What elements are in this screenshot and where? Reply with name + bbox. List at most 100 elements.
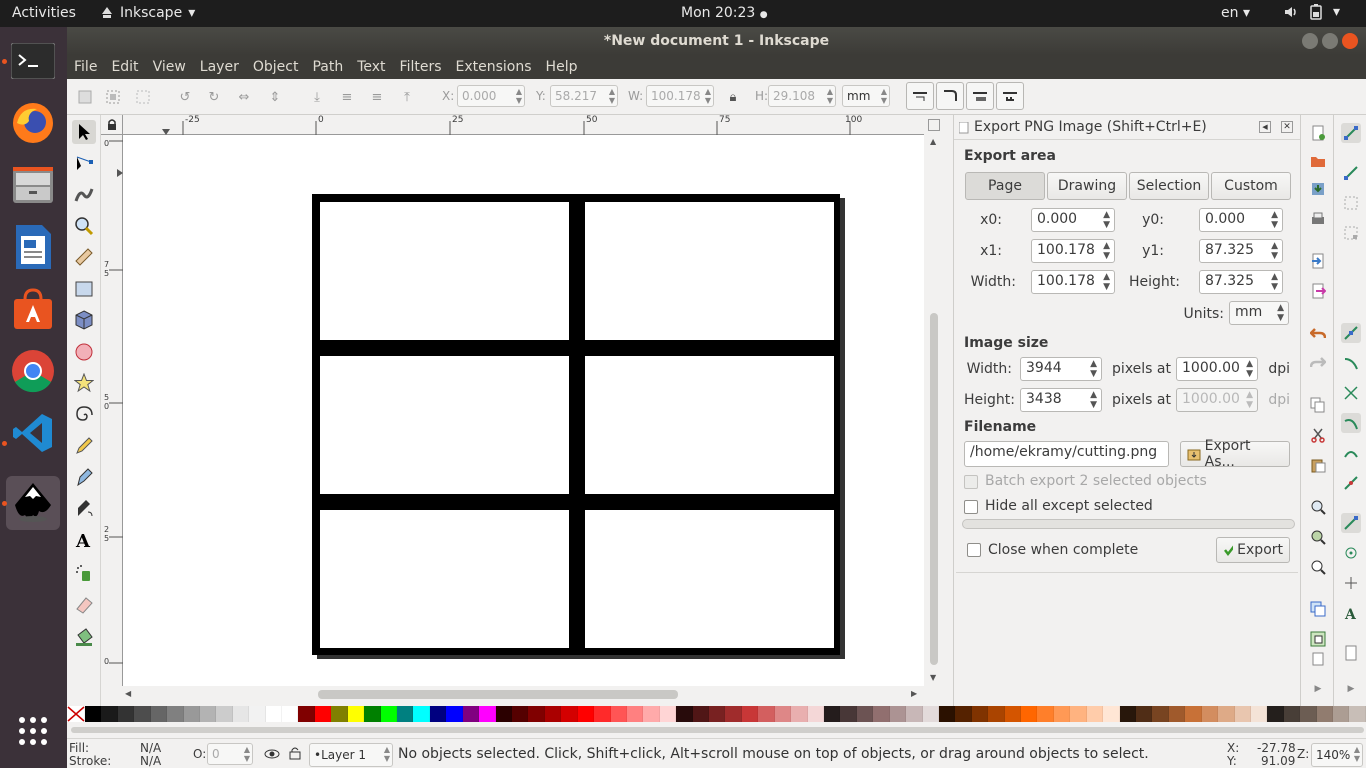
zoom-corner-button[interactable] — [928, 119, 940, 131]
color-swatch[interactable] — [380, 706, 398, 722]
zoom-input[interactable]: 140% ▲ ▼ — [1311, 743, 1363, 767]
color-swatch[interactable] — [1283, 706, 1301, 722]
raise-to-top-icon[interactable]: ⤒ — [397, 87, 417, 107]
close-when-complete-checkbox[interactable] — [967, 543, 981, 557]
color-swatch[interactable] — [692, 706, 710, 722]
color-swatch[interactable] — [1333, 706, 1350, 722]
color-swatch[interactable] — [364, 706, 381, 722]
color-swatch[interactable] — [150, 706, 168, 722]
menu-help[interactable]: Help — [539, 59, 585, 75]
minimize-button[interactable] — [1302, 33, 1318, 49]
color-swatch[interactable] — [823, 706, 841, 722]
opacity-input[interactable]: 0 ▲ ▼ — [207, 743, 253, 765]
zoom-page-icon[interactable] — [1308, 557, 1328, 577]
overflow-arrow-icon[interactable]: ▶ — [1308, 679, 1328, 699]
color-swatch[interactable] — [561, 706, 578, 722]
color-swatch[interactable] — [1185, 706, 1202, 722]
menu-edit[interactable]: Edit — [104, 59, 145, 75]
app-menu[interactable]: Inkscape ▾ — [100, 5, 195, 21]
open-folder-icon[interactable] — [1308, 151, 1328, 171]
tweak-tool[interactable] — [72, 183, 96, 207]
tab-page[interactable]: Page — [965, 172, 1045, 200]
drawing-canvas[interactable] — [123, 135, 924, 686]
tab-drawing[interactable]: Drawing — [1047, 172, 1127, 200]
dock-firefox[interactable] — [6, 96, 60, 150]
y-input[interactable]: 58.217 ▲ ▼ — [550, 85, 618, 107]
color-swatch[interactable] — [1004, 706, 1022, 722]
menu-view[interactable]: View — [146, 59, 193, 75]
image-width-input[interactable]: 3944 ▲ ▼ — [1020, 357, 1102, 381]
lock-icon[interactable]: 🔒︎ — [723, 87, 743, 107]
menu-filters[interactable]: Filters — [393, 59, 449, 75]
duplicate-icon[interactable] — [1308, 599, 1328, 619]
spray-tool[interactable] — [72, 561, 96, 585]
snap-nodes-icon[interactable] — [1341, 323, 1361, 343]
color-swatch[interactable] — [840, 706, 857, 722]
snap-bbox-corner-icon[interactable] — [1341, 223, 1361, 243]
dock-software[interactable] — [6, 282, 60, 336]
color-swatch[interactable] — [1316, 706, 1334, 722]
dock-inkscape[interactable] — [6, 476, 60, 530]
dialog-close-button[interactable]: ✕ — [1281, 121, 1293, 133]
palette-scrollbar[interactable] — [67, 724, 1366, 736]
filename-input[interactable]: /home/ekramy/cutting.png — [964, 441, 1169, 467]
color-swatch[interactable] — [101, 706, 118, 722]
snap-cusp-nodes-icon[interactable] — [1341, 413, 1361, 433]
redo-icon[interactable] — [1308, 353, 1328, 373]
vertical-scroll-thumb[interactable] — [930, 313, 938, 665]
maximize-button[interactable] — [1322, 33, 1338, 49]
vertical-scrollbar[interactable]: ▲ ▼ — [926, 115, 942, 686]
color-swatch[interactable] — [1136, 706, 1153, 722]
zoom-drawing-icon[interactable] — [1308, 527, 1328, 547]
activities-button[interactable]: Activities — [12, 5, 76, 21]
scroll-up-arrow[interactable]: ▲ — [930, 137, 936, 146]
color-swatch[interactable] — [725, 706, 742, 722]
lock-layer-icon[interactable] — [289, 746, 301, 760]
y1-input[interactable]: 87.325 ▲ ▼ — [1199, 239, 1283, 263]
tab-selection[interactable]: Selection — [1129, 172, 1209, 200]
color-swatch[interactable] — [709, 706, 726, 722]
pencil-tool[interactable] — [72, 434, 96, 458]
color-swatch[interactable] — [479, 706, 496, 722]
color-swatch[interactable] — [659, 706, 677, 722]
color-swatch[interactable] — [167, 706, 184, 722]
color-swatch[interactable] — [1250, 706, 1268, 722]
unlink-clone-icon[interactable] — [1308, 649, 1328, 669]
export-button[interactable]: Export — [1216, 537, 1290, 563]
selector-tool[interactable] — [72, 120, 96, 144]
color-swatch[interactable] — [1349, 706, 1366, 722]
color-swatch[interactable] — [1119, 706, 1136, 722]
stroke-value[interactable]: N/A — [140, 754, 161, 768]
color-swatch[interactable] — [347, 706, 365, 722]
h-input[interactable]: 29.108 ▲ ▼ — [768, 85, 836, 107]
snap-midpoints-icon[interactable] — [1341, 473, 1361, 493]
image-height-input[interactable]: 3438 ▲ ▼ — [1020, 388, 1102, 412]
color-swatch[interactable] — [183, 706, 200, 722]
width-input[interactable]: 100.178 ▲ ▼ — [1031, 270, 1115, 294]
color-swatch[interactable] — [413, 706, 430, 722]
save-icon[interactable] — [1308, 179, 1328, 199]
color-swatch[interactable] — [1103, 706, 1120, 722]
unit-select[interactable]: mm ▲ ▼ — [842, 85, 890, 107]
import-icon[interactable] — [1308, 251, 1328, 271]
cut-icon[interactable] — [1308, 425, 1328, 445]
batch-export-checkbox[interactable] — [964, 475, 978, 489]
scale-corners-toggle[interactable] — [936, 82, 964, 110]
export-icon[interactable] — [1308, 281, 1328, 301]
color-swatch[interactable] — [314, 706, 332, 722]
color-swatch[interactable] — [462, 706, 480, 722]
color-swatch[interactable] — [741, 706, 759, 722]
system-tray[interactable]: ▾ — [1283, 4, 1340, 20]
color-swatch[interactable] — [249, 706, 266, 722]
cell-rect[interactable] — [585, 510, 834, 648]
scroll-left-arrow[interactable]: ◀ — [125, 689, 131, 698]
color-swatch[interactable] — [216, 706, 233, 722]
transform-patterns-toggle[interactable] — [996, 82, 1024, 110]
color-swatch[interactable] — [1070, 706, 1087, 722]
copy-icon[interactable] — [1308, 395, 1328, 415]
cell-rect[interactable] — [320, 202, 569, 340]
color-swatch[interactable] — [511, 706, 529, 722]
dpi-x-input[interactable]: 1000.00 ▲ ▼ — [1176, 357, 1258, 381]
dock-chrome[interactable] — [6, 344, 60, 398]
dock-terminal[interactable] — [6, 34, 60, 88]
